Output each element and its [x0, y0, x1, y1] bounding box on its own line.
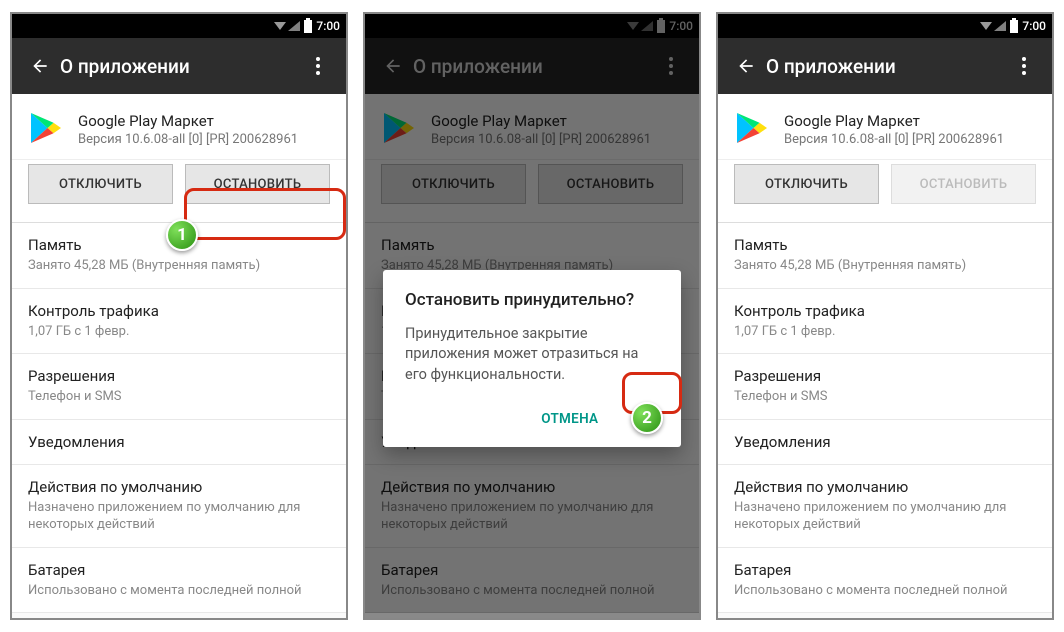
back-icon[interactable]	[726, 46, 766, 86]
clock: 7:00	[1022, 19, 1046, 33]
page-title: О приложении	[60, 55, 298, 78]
app-bar: О приложении	[12, 38, 346, 94]
memory-item[interactable]: Память Занято 45,28 МБ (Внутренняя памят…	[12, 223, 346, 289]
status-bar: 7:00	[718, 14, 1052, 38]
battery-icon	[1010, 20, 1018, 33]
dialog-ok-button[interactable]: ОК	[620, 401, 667, 437]
app-name: Google Play Маркет	[78, 112, 298, 130]
force-stop-button[interactable]: ОСТАНОВИТЬ	[185, 164, 330, 204]
google-play-icon	[28, 110, 64, 146]
overflow-menu-icon[interactable]	[1004, 46, 1044, 86]
app-bar: О приложении	[718, 38, 1052, 94]
memory-item[interactable]: Память Занято 45,28 МБ (Внутренняя памят…	[718, 223, 1052, 289]
traffic-item[interactable]: Контроль трафика 1,07 ГБ с 1 февр.	[718, 289, 1052, 355]
app-header: Google Play Маркет Версия 10.6.08-all [0…	[12, 94, 346, 160]
app-header: Google Play Маркет Версия 10.6.08-all [0…	[718, 94, 1052, 160]
status-bar: 7:00	[12, 14, 346, 38]
dialog-title: Остановить принудительно?	[405, 290, 659, 310]
force-stop-dialog: Остановить принудительно? Принудительное…	[383, 270, 681, 447]
phone-screen-3: 7:00 О приложении Google Play Маркет Вер…	[716, 12, 1054, 620]
google-play-icon	[734, 110, 770, 146]
notifications-item[interactable]: Уведомления	[718, 420, 1052, 465]
force-stop-button-disabled: ОСТАНОВИТЬ	[891, 164, 1036, 204]
app-version: Версия 10.6.08-all [0] [PR] 200628961	[78, 132, 298, 147]
phone-screen-2: 7:00 О приложении Google Play Маркет Вер…	[363, 12, 701, 620]
dialog-body: Принудительное закрытие приложения может…	[405, 324, 659, 385]
wifi-icon	[980, 22, 992, 30]
battery-icon	[304, 20, 312, 33]
dialog-actions: ОТМЕНА ОК	[397, 401, 667, 437]
clock: 7:00	[316, 19, 340, 33]
disable-button[interactable]: ОТКЛЮЧИТЬ	[28, 164, 173, 204]
defaults-item[interactable]: Действия по умолчанию Назначено приложен…	[718, 465, 1052, 548]
defaults-item[interactable]: Действия по умолчанию Назначено приложен…	[12, 465, 346, 548]
app-version: Версия 10.6.08-all [0] [PR] 200628961	[784, 132, 1004, 147]
overflow-menu-icon[interactable]	[298, 46, 338, 86]
traffic-item[interactable]: Контроль трафика 1,07 ГБ с 1 февр.	[12, 289, 346, 355]
notifications-item[interactable]: Уведомления	[12, 420, 346, 465]
permissions-item[interactable]: Разрешения Телефон и SMS	[12, 354, 346, 420]
back-icon[interactable]	[20, 46, 60, 86]
dialog-cancel-button[interactable]: ОТМЕНА	[527, 401, 612, 437]
app-name: Google Play Маркет	[784, 112, 1004, 130]
wifi-icon	[274, 22, 286, 30]
battery-item[interactable]: Батарея Использовано с момента последней…	[12, 548, 346, 614]
signal-icon	[994, 21, 1006, 31]
signal-icon	[288, 21, 300, 31]
phone-screen-1: 7:00 О приложении Google Play Маркет Вер…	[10, 12, 348, 620]
permissions-item[interactable]: Разрешения Телефон и SMS	[718, 354, 1052, 420]
battery-item[interactable]: Батарея Использовано с момента последней…	[718, 548, 1052, 614]
button-row: ОТКЛЮЧИТЬ ОСТАНОВИТЬ	[12, 160, 346, 223]
page-title: О приложении	[766, 55, 1004, 78]
disable-button[interactable]: ОТКЛЮЧИТЬ	[734, 164, 879, 204]
button-row: ОТКЛЮЧИТЬ ОСТАНОВИТЬ	[718, 160, 1052, 223]
